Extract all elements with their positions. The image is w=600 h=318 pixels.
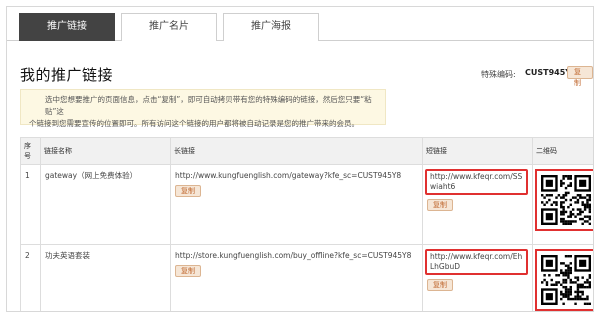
table-row: 1 gateway（网上免费体验） http://www.kungfuengli… — [20, 164, 593, 245]
row-qrcode-cell — [532, 244, 593, 311]
row-short-url-cell: http://www.kfeqr.com/SSwiaht6 复制 — [422, 164, 533, 245]
short-url-text: http://www.kfeqr.com/SSwiaht6 — [425, 169, 528, 195]
promotion-panel: 推广链接 推广名片 推广海报 我的推广链接 特殊编码: CUST945Y8 复制… — [6, 6, 594, 312]
copy-long-url-button[interactable]: 复制 — [175, 185, 201, 197]
qrcode-image — [541, 255, 591, 305]
header-index: 序号 — [20, 137, 41, 165]
copy-short-url-button[interactable]: 复制 — [427, 199, 453, 211]
row-link-name: 功夫英语套装 — [40, 244, 171, 311]
table-header-row: 序号 链接名称 长链接 短链接 二维码 — [20, 137, 593, 165]
table-row: 2 功夫英语套装 http://store.kungfuenglish.com/… — [20, 244, 593, 311]
long-url-text: http://www.kungfuenglish.com/gateway?kfe… — [175, 171, 402, 180]
notice-line-1: 选中您想要推广的页面信息，点击“复制”，即可自动拷贝带有您的特殊编码的链接，然后… — [45, 95, 372, 116]
instructions-notice: 选中您想要推广的页面信息，点击“复制”，即可自动拷贝带有您的特殊编码的链接，然后… — [20, 89, 386, 128]
long-url-text: http://store.kungfuenglish.com/buy_offli… — [175, 251, 412, 260]
copy-short-url-button[interactable]: 复制 — [427, 279, 453, 291]
tab-promo-links[interactable]: 推广链接 — [19, 13, 115, 41]
copy-long-url-button[interactable]: 复制 — [175, 265, 201, 277]
row-index: 2 — [20, 244, 41, 311]
header-name: 链接名称 — [40, 137, 171, 165]
tab-bar: 推广链接 推广名片 推广海报 — [7, 7, 593, 41]
qrcode-frame — [535, 169, 593, 231]
qrcode-image — [541, 175, 591, 225]
promo-links-table: 序号 链接名称 长链接 短链接 二维码 1 gateway（网上免费体验） ht… — [20, 137, 593, 311]
qrcode-frame — [535, 249, 593, 311]
header-short-url: 短链接 — [422, 137, 533, 165]
notice-line-2: 个链接到您需要宣传的位置即可。所有访问这个链接的用户都将被自动记录是您的推广带来… — [29, 119, 359, 128]
special-code-label: 特殊编码: — [481, 70, 516, 79]
header-qrcode: 二维码 — [532, 137, 593, 165]
row-short-url-cell: http://www.kfeqr.com/EhLhGbuD 复制 — [422, 244, 533, 311]
short-url-text: http://www.kfeqr.com/EhLhGbuD — [425, 249, 528, 275]
tab-promo-poster[interactable]: 推广海报 — [223, 13, 319, 41]
row-link-name: gateway（网上免费体验） — [40, 164, 171, 245]
copy-code-button[interactable]: 复制 — [567, 66, 593, 87]
row-qrcode-cell — [532, 164, 593, 245]
tab-promo-card[interactable]: 推广名片 — [121, 13, 217, 41]
row-long-url-cell: http://store.kungfuenglish.com/buy_offli… — [170, 244, 423, 311]
page-title: 我的推广链接 — [20, 66, 114, 84]
row-long-url-cell: http://www.kungfuenglish.com/gateway?kfe… — [170, 164, 423, 245]
header-long-url: 长链接 — [170, 137, 423, 165]
row-index: 1 — [20, 164, 41, 245]
